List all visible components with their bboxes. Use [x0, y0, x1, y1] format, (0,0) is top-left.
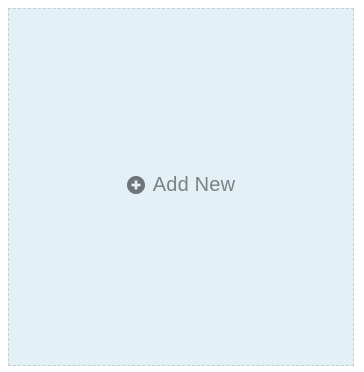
add-new-card[interactable]: Add New	[8, 8, 354, 366]
plus-circle-icon	[126, 176, 145, 194]
add-new-button[interactable]: Add New	[126, 173, 236, 197]
add-new-label: Add New	[152, 173, 236, 196]
